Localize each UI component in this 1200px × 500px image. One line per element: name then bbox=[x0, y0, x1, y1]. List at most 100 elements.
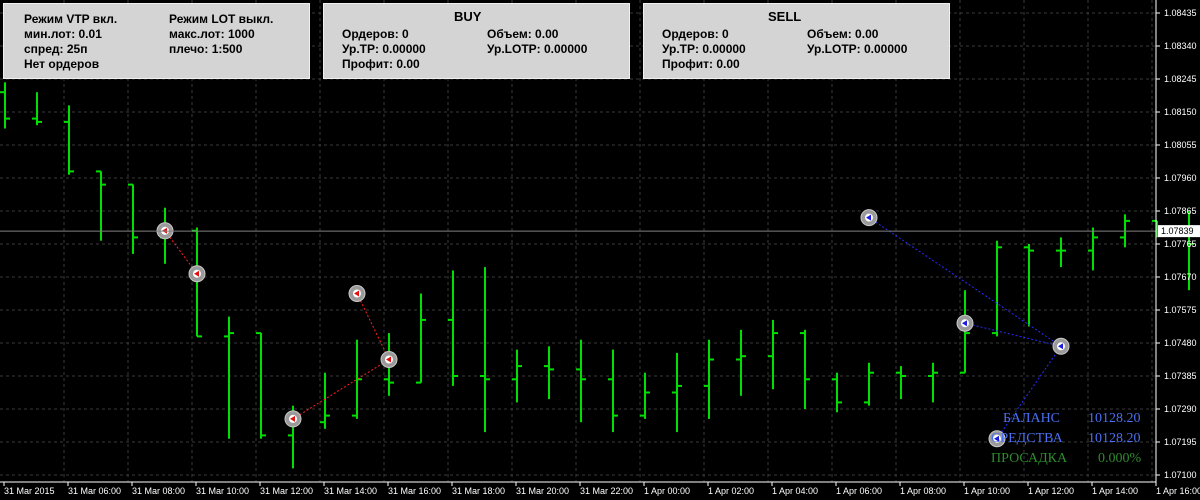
price-bar bbox=[512, 349, 522, 403]
price-bar bbox=[352, 339, 362, 419]
x-tick-label: 31 Mar 18:00 bbox=[452, 486, 505, 496]
buy-panel: BUY Ордеров: 0 Объем: 0.00 Ур.TP: 0.0000… bbox=[323, 3, 630, 79]
price-bar bbox=[416, 293, 426, 384]
x-tick-label: 31 Mar 14:00 bbox=[324, 486, 377, 496]
x-tick-label: 1 Apr 04:00 bbox=[772, 486, 818, 496]
price-bar bbox=[128, 183, 138, 254]
x-tick-label: 1 Apr 10:00 bbox=[964, 486, 1010, 496]
x-tick-label: 31 Mar 22:00 bbox=[580, 486, 633, 496]
mode-info-panel: Режим VTP вкл. мин.лот: 0.01 спред: 25п … bbox=[3, 3, 310, 79]
buy-order-marker bbox=[380, 351, 398, 368]
sell-panel: SELL Ордеров: 0 Объем: 0.00 Ур.TP: 0.000… bbox=[643, 3, 950, 79]
x-tick-label: 1 Apr 12:00 bbox=[1028, 486, 1074, 496]
buy-volume-label: Объем: 0.00 bbox=[487, 27, 559, 41]
y-tick-label: 1.07575 bbox=[1164, 305, 1197, 315]
balance-value: 10128.20 bbox=[1088, 411, 1141, 426]
buy-order-marker bbox=[188, 265, 206, 283]
sell-tp-label: Ур.TP: 0.00000 bbox=[662, 42, 746, 56]
y-tick-label: 1.08245 bbox=[1164, 74, 1197, 84]
price-bar bbox=[672, 352, 682, 433]
y-tick-label: 1.07480 bbox=[1164, 338, 1197, 348]
buy-tp-label: Ур.TP: 0.00000 bbox=[342, 42, 426, 56]
x-tick-label: 1 Apr 08:00 bbox=[900, 486, 946, 496]
price-bar bbox=[32, 92, 42, 126]
price-bar bbox=[800, 329, 810, 409]
y-tick-label: 1.08055 bbox=[1164, 140, 1197, 150]
current-price-label: 1.07839 bbox=[1161, 226, 1194, 236]
sell-profit-label: Профит: 0.00 bbox=[662, 57, 740, 71]
x-tick-label: 31 Mar 20:00 bbox=[516, 486, 569, 496]
drawdown-label: ПРОСАДКА bbox=[991, 451, 1068, 466]
y-tick-label: 1.07960 bbox=[1164, 173, 1197, 183]
order-link-line bbox=[292, 359, 390, 420]
price-bar bbox=[640, 372, 650, 419]
x-tick-label: 1 Apr 00:00 bbox=[644, 486, 690, 496]
y-tick-label: 1.07195 bbox=[1164, 437, 1197, 447]
max-lot-label: макс.лот: 1000 bbox=[169, 27, 255, 41]
buy-orders-label: Ордеров: 0 bbox=[342, 27, 409, 41]
lot-mode-label: Режим LOT выкл. bbox=[169, 12, 274, 26]
drawdown-value: 0.000% bbox=[1098, 451, 1142, 466]
x-tick-label: 1 Apr 02:00 bbox=[708, 486, 754, 496]
price-bar bbox=[544, 346, 554, 400]
price-bar bbox=[224, 316, 234, 439]
x-tick-label: 31 Mar 06:00 bbox=[68, 486, 121, 496]
price-bar bbox=[896, 366, 906, 400]
sell-panel-title: SELL bbox=[768, 9, 802, 24]
y-tick-label: 1.08435 bbox=[1164, 8, 1197, 18]
buy-order-marker bbox=[348, 285, 366, 302]
buy-lotp-label: Ур.LOTP: 0.00000 bbox=[487, 42, 588, 56]
sell-order-marker bbox=[956, 314, 974, 332]
vtp-mode-label: Режим VTP вкл. bbox=[24, 12, 118, 26]
buy-profit-label: Профит: 0.00 bbox=[342, 57, 420, 71]
y-tick-label: 1.07865 bbox=[1164, 206, 1197, 216]
x-tick-label: 31 Mar 2015 bbox=[4, 486, 55, 496]
price-bar bbox=[64, 105, 74, 175]
price-bar bbox=[1024, 244, 1034, 327]
x-tick-label: 1 Apr 14:00 bbox=[1092, 486, 1138, 496]
orders-status-label: Нет ордеров bbox=[24, 57, 100, 71]
leverage-label: плечо: 1:500 bbox=[169, 42, 243, 56]
price-bar bbox=[576, 339, 586, 423]
price-bar bbox=[480, 267, 490, 433]
price-bar bbox=[0, 82, 10, 129]
buy-order-marker bbox=[284, 410, 302, 428]
x-tick-label: 31 Mar 12:00 bbox=[260, 486, 313, 496]
price-bar bbox=[1088, 227, 1098, 271]
price-bar bbox=[928, 362, 938, 403]
y-tick-label: 1.07290 bbox=[1164, 404, 1197, 414]
y-tick-label: 1.07765 bbox=[1164, 239, 1197, 249]
price-bar bbox=[864, 362, 874, 406]
balance-label: БАЛАНС bbox=[1003, 411, 1061, 426]
price-bar bbox=[96, 170, 106, 241]
y-tick-label: 1.07100 bbox=[1164, 470, 1197, 480]
price-bar bbox=[992, 240, 1002, 337]
equity-value: 10128.20 bbox=[1088, 431, 1141, 446]
sell-order-marker bbox=[1052, 337, 1070, 355]
y-tick-label: 1.07385 bbox=[1164, 371, 1197, 381]
y-tick-label: 1.08150 bbox=[1164, 107, 1197, 117]
x-tick-label: 1 Apr 16:00 bbox=[1156, 486, 1200, 496]
price-bar bbox=[704, 339, 714, 419]
price-bar bbox=[736, 329, 746, 396]
price-bar bbox=[832, 372, 842, 413]
equity-label: СРЕДСТВА bbox=[991, 431, 1063, 446]
x-tick-label: 1 Apr 06:00 bbox=[836, 486, 882, 496]
buy-panel-title: BUY bbox=[454, 9, 482, 24]
x-tick-label: 31 Mar 08:00 bbox=[132, 486, 185, 496]
price-bar bbox=[1056, 237, 1066, 268]
spread-label: спред: 25п bbox=[24, 42, 88, 56]
sell-volume-label: Объем: 0.00 bbox=[807, 27, 879, 41]
price-bar bbox=[608, 349, 618, 433]
x-tick-label: 31 Mar 16:00 bbox=[388, 486, 441, 496]
price-bar bbox=[448, 270, 458, 386]
x-tick-label: 31 Mar 10:00 bbox=[196, 486, 249, 496]
price-bar bbox=[768, 319, 778, 390]
min-lot-label: мин.лот: 0.01 bbox=[24, 27, 102, 41]
sell-order-marker bbox=[860, 209, 878, 227]
y-tick-label: 1.08340 bbox=[1164, 41, 1197, 51]
y-tick-label: 1.07670 bbox=[1164, 272, 1197, 282]
price-bar bbox=[256, 332, 266, 439]
sell-lotp-label: Ур.LOTP: 0.00000 bbox=[807, 42, 908, 56]
sell-orders-label: Ордеров: 0 bbox=[662, 27, 729, 41]
